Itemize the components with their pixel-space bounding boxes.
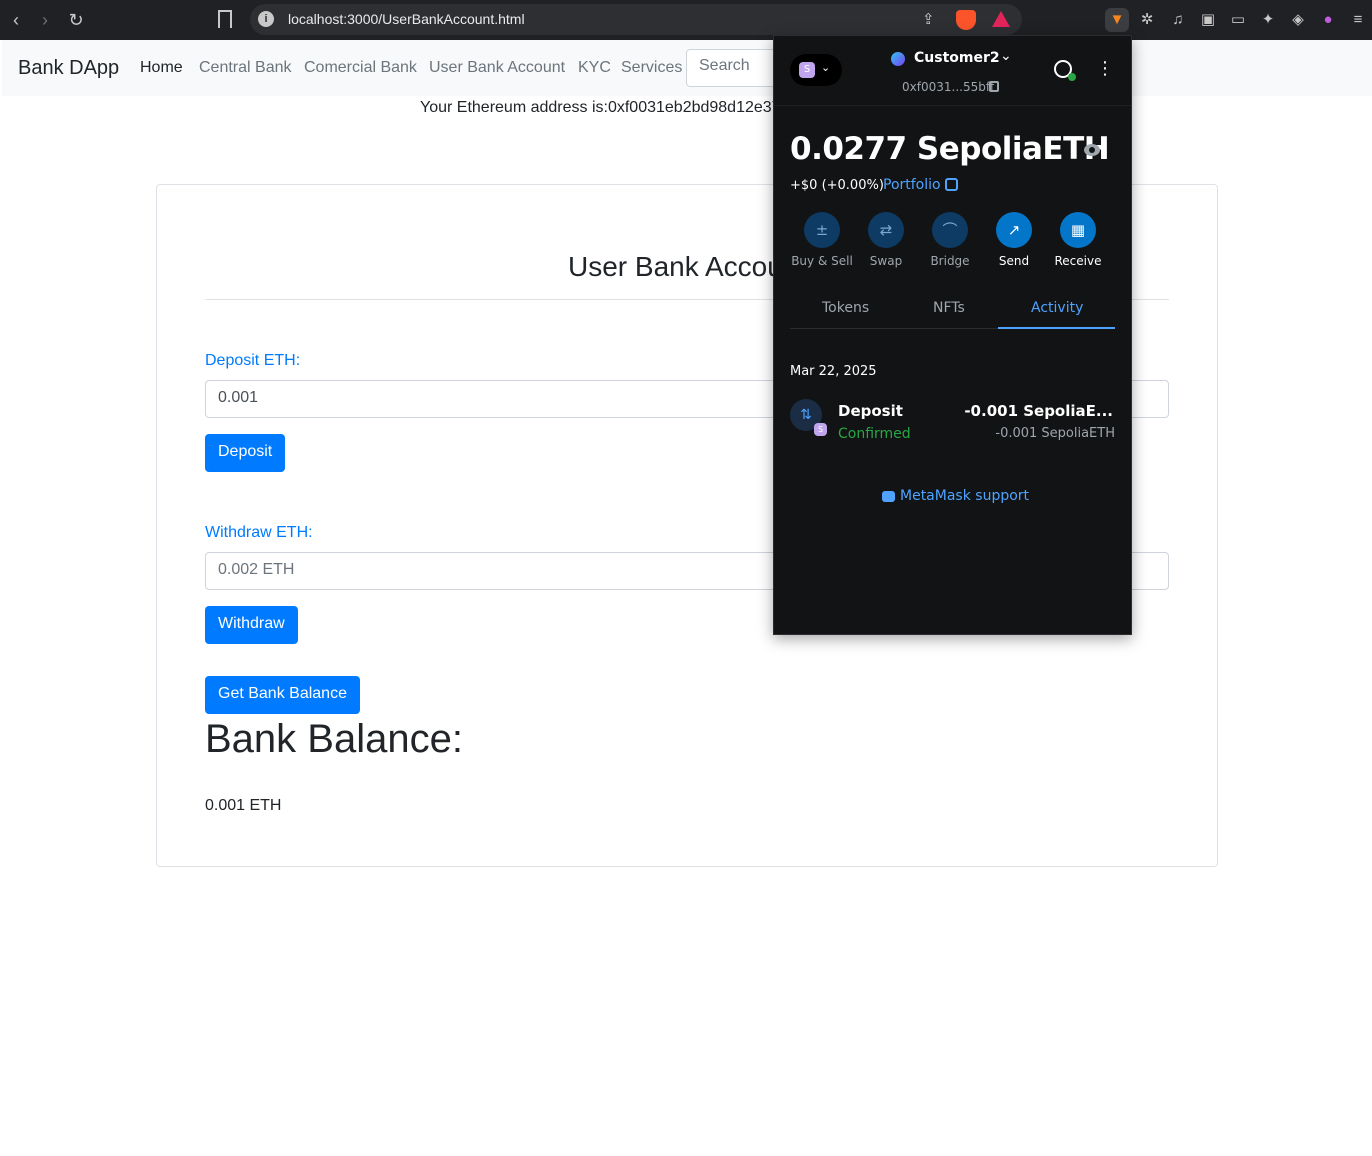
network-picker[interactable]: S ⌄ <box>790 54 842 86</box>
copy-icon[interactable] <box>989 81 999 92</box>
vpn-icon[interactable]: ◈ <box>1286 8 1310 32</box>
leo-ai-icon[interactable]: ✦ <box>1256 8 1280 32</box>
send-label: Send <box>998 254 1030 268</box>
metamask-support-link[interactable]: MetaMask support <box>900 488 1029 504</box>
activity-date: Mar 22, 2025 <box>790 364 877 379</box>
network-badge: S <box>814 423 827 436</box>
withdraw-button[interactable]: Withdraw <box>205 606 298 644</box>
profile-icon[interactable]: ● <box>1316 8 1340 32</box>
media-icon[interactable]: ♫ <box>1166 8 1190 32</box>
transaction-title[interactable]: Deposit <box>838 402 903 420</box>
balance-heading: Bank Balance: <box>205 717 463 761</box>
balance-value: 0.001 ETH <box>205 797 282 814</box>
kebab-menu-icon[interactable]: ⋮ <box>1096 58 1114 79</box>
nav-home[interactable]: Home <box>140 59 183 77</box>
nav-user-bank-account[interactable]: User Bank Account <box>429 59 565 77</box>
address-bar[interactable]: i localhost:3000/UserBankAccount.html ⇪ <box>250 4 1022 35</box>
navbar-brand[interactable]: Bank DApp <box>18 57 119 80</box>
swap-label: Swap <box>869 254 903 268</box>
reload-icon[interactable]: ↻ <box>64 8 88 32</box>
external-link-icon[interactable] <box>945 178 958 191</box>
connected-status-dot <box>1068 73 1076 81</box>
active-tab-indicator <box>998 327 1115 329</box>
receive-label: Receive <box>1054 254 1102 268</box>
tab-tokens[interactable]: Tokens <box>822 300 869 316</box>
search-input[interactable]: Search <box>686 49 786 87</box>
app-navbar: Bank DApp Home Central Bank Comercial Ba… <box>2 40 1372 96</box>
metamask-extension-icon[interactable]: ▼ <box>1105 8 1129 32</box>
wallet-icon[interactable]: ▭ <box>1226 8 1250 32</box>
send-button[interactable]: ↗ Send <box>982 212 1046 268</box>
network-avatar: S <box>799 62 815 78</box>
balance-change: +$0 (+0.00%) <box>790 178 884 193</box>
metamask-popup: S ⌄ Customer2 ⌄ 0xf0031...55bff ⋮ 0.0277… <box>773 35 1132 635</box>
deposit-label: Deposit ETH: <box>205 352 301 369</box>
tab-nfts[interactable]: NFTs <box>933 300 965 316</box>
withdraw-label: Withdraw ETH: <box>205 524 313 541</box>
nav-comercial-bank[interactable]: Comercial Bank <box>304 59 417 77</box>
buy-sell-label: Buy & Sell <box>791 254 853 268</box>
brave-shields-icon[interactable] <box>956 10 976 30</box>
transaction-amount: -0.001 SepoliaE... <box>964 402 1113 420</box>
url-text[interactable]: localhost:3000/UserBankAccount.html <box>288 11 525 27</box>
qr-code-icon: ▦ <box>1060 212 1096 248</box>
forward-icon[interactable]: › <box>33 8 57 32</box>
bridge-button[interactable]: ⌒ Bridge <box>918 212 982 268</box>
bridge-icon: ⌒ <box>932 212 968 248</box>
chat-icon <box>882 491 895 502</box>
nav-services[interactable]: Services <box>621 59 682 77</box>
nav-kyc[interactable]: KYC <box>578 59 611 77</box>
portfolio-link[interactable]: Portfolio <box>883 177 941 193</box>
receive-button[interactable]: ▦ Receive <box>1046 212 1110 268</box>
browser-toolbar: ‹ › ↻ i localhost:3000/UserBankAccount.h… <box>0 0 1372 40</box>
back-icon[interactable]: ‹ <box>4 8 28 32</box>
menu-icon[interactable]: ≡ <box>1346 8 1370 32</box>
chevron-down-icon[interactable]: ⌄ <box>1000 48 1012 64</box>
swap-icon: ⇄ <box>868 212 904 248</box>
send-icon: ↗ <box>996 212 1032 248</box>
wallet-balance: 0.0277 SepoliaETH <box>790 131 1110 167</box>
bridge-label: Bridge <box>930 254 970 268</box>
eye-icon[interactable] <box>1084 144 1100 156</box>
share-icon[interactable]: ⇪ <box>922 10 942 30</box>
account-avatar <box>891 52 905 66</box>
transaction-amount-sub: -0.001 SepoliaETH <box>995 426 1115 441</box>
page-title: User Bank Account <box>568 251 807 282</box>
tab-activity[interactable]: Activity <box>1031 300 1083 316</box>
sidebar-icon[interactable]: ▣ <box>1196 8 1220 32</box>
transaction-status: Confirmed <box>838 426 911 442</box>
site-info-icon[interactable]: i <box>258 11 274 27</box>
account-name[interactable]: Customer2 <box>914 50 1000 66</box>
swap-button[interactable]: ⇄ Swap <box>854 212 918 268</box>
ethereum-address: Your Ethereum address is:0xf0031eb2bd98d… <box>420 99 781 116</box>
buy-sell-button[interactable]: ± Buy & Sell <box>790 212 854 268</box>
bookmark-icon[interactable] <box>218 10 232 28</box>
metamask-header: S ⌄ Customer2 ⌄ 0xf0031...55bff ⋮ <box>774 36 1131 106</box>
buy-sell-icon: ± <box>804 212 840 248</box>
get-balance-button[interactable]: Get Bank Balance <box>205 676 360 714</box>
deposit-button[interactable]: Deposit <box>205 434 286 472</box>
extensions-icon[interactable]: ✲ <box>1135 8 1159 32</box>
nav-central-bank[interactable]: Central Bank <box>199 59 292 77</box>
account-address[interactable]: 0xf0031...55bff <box>902 80 994 94</box>
brave-rewards-icon[interactable] <box>992 11 1010 27</box>
chevron-down-icon: ⌄ <box>821 61 831 74</box>
